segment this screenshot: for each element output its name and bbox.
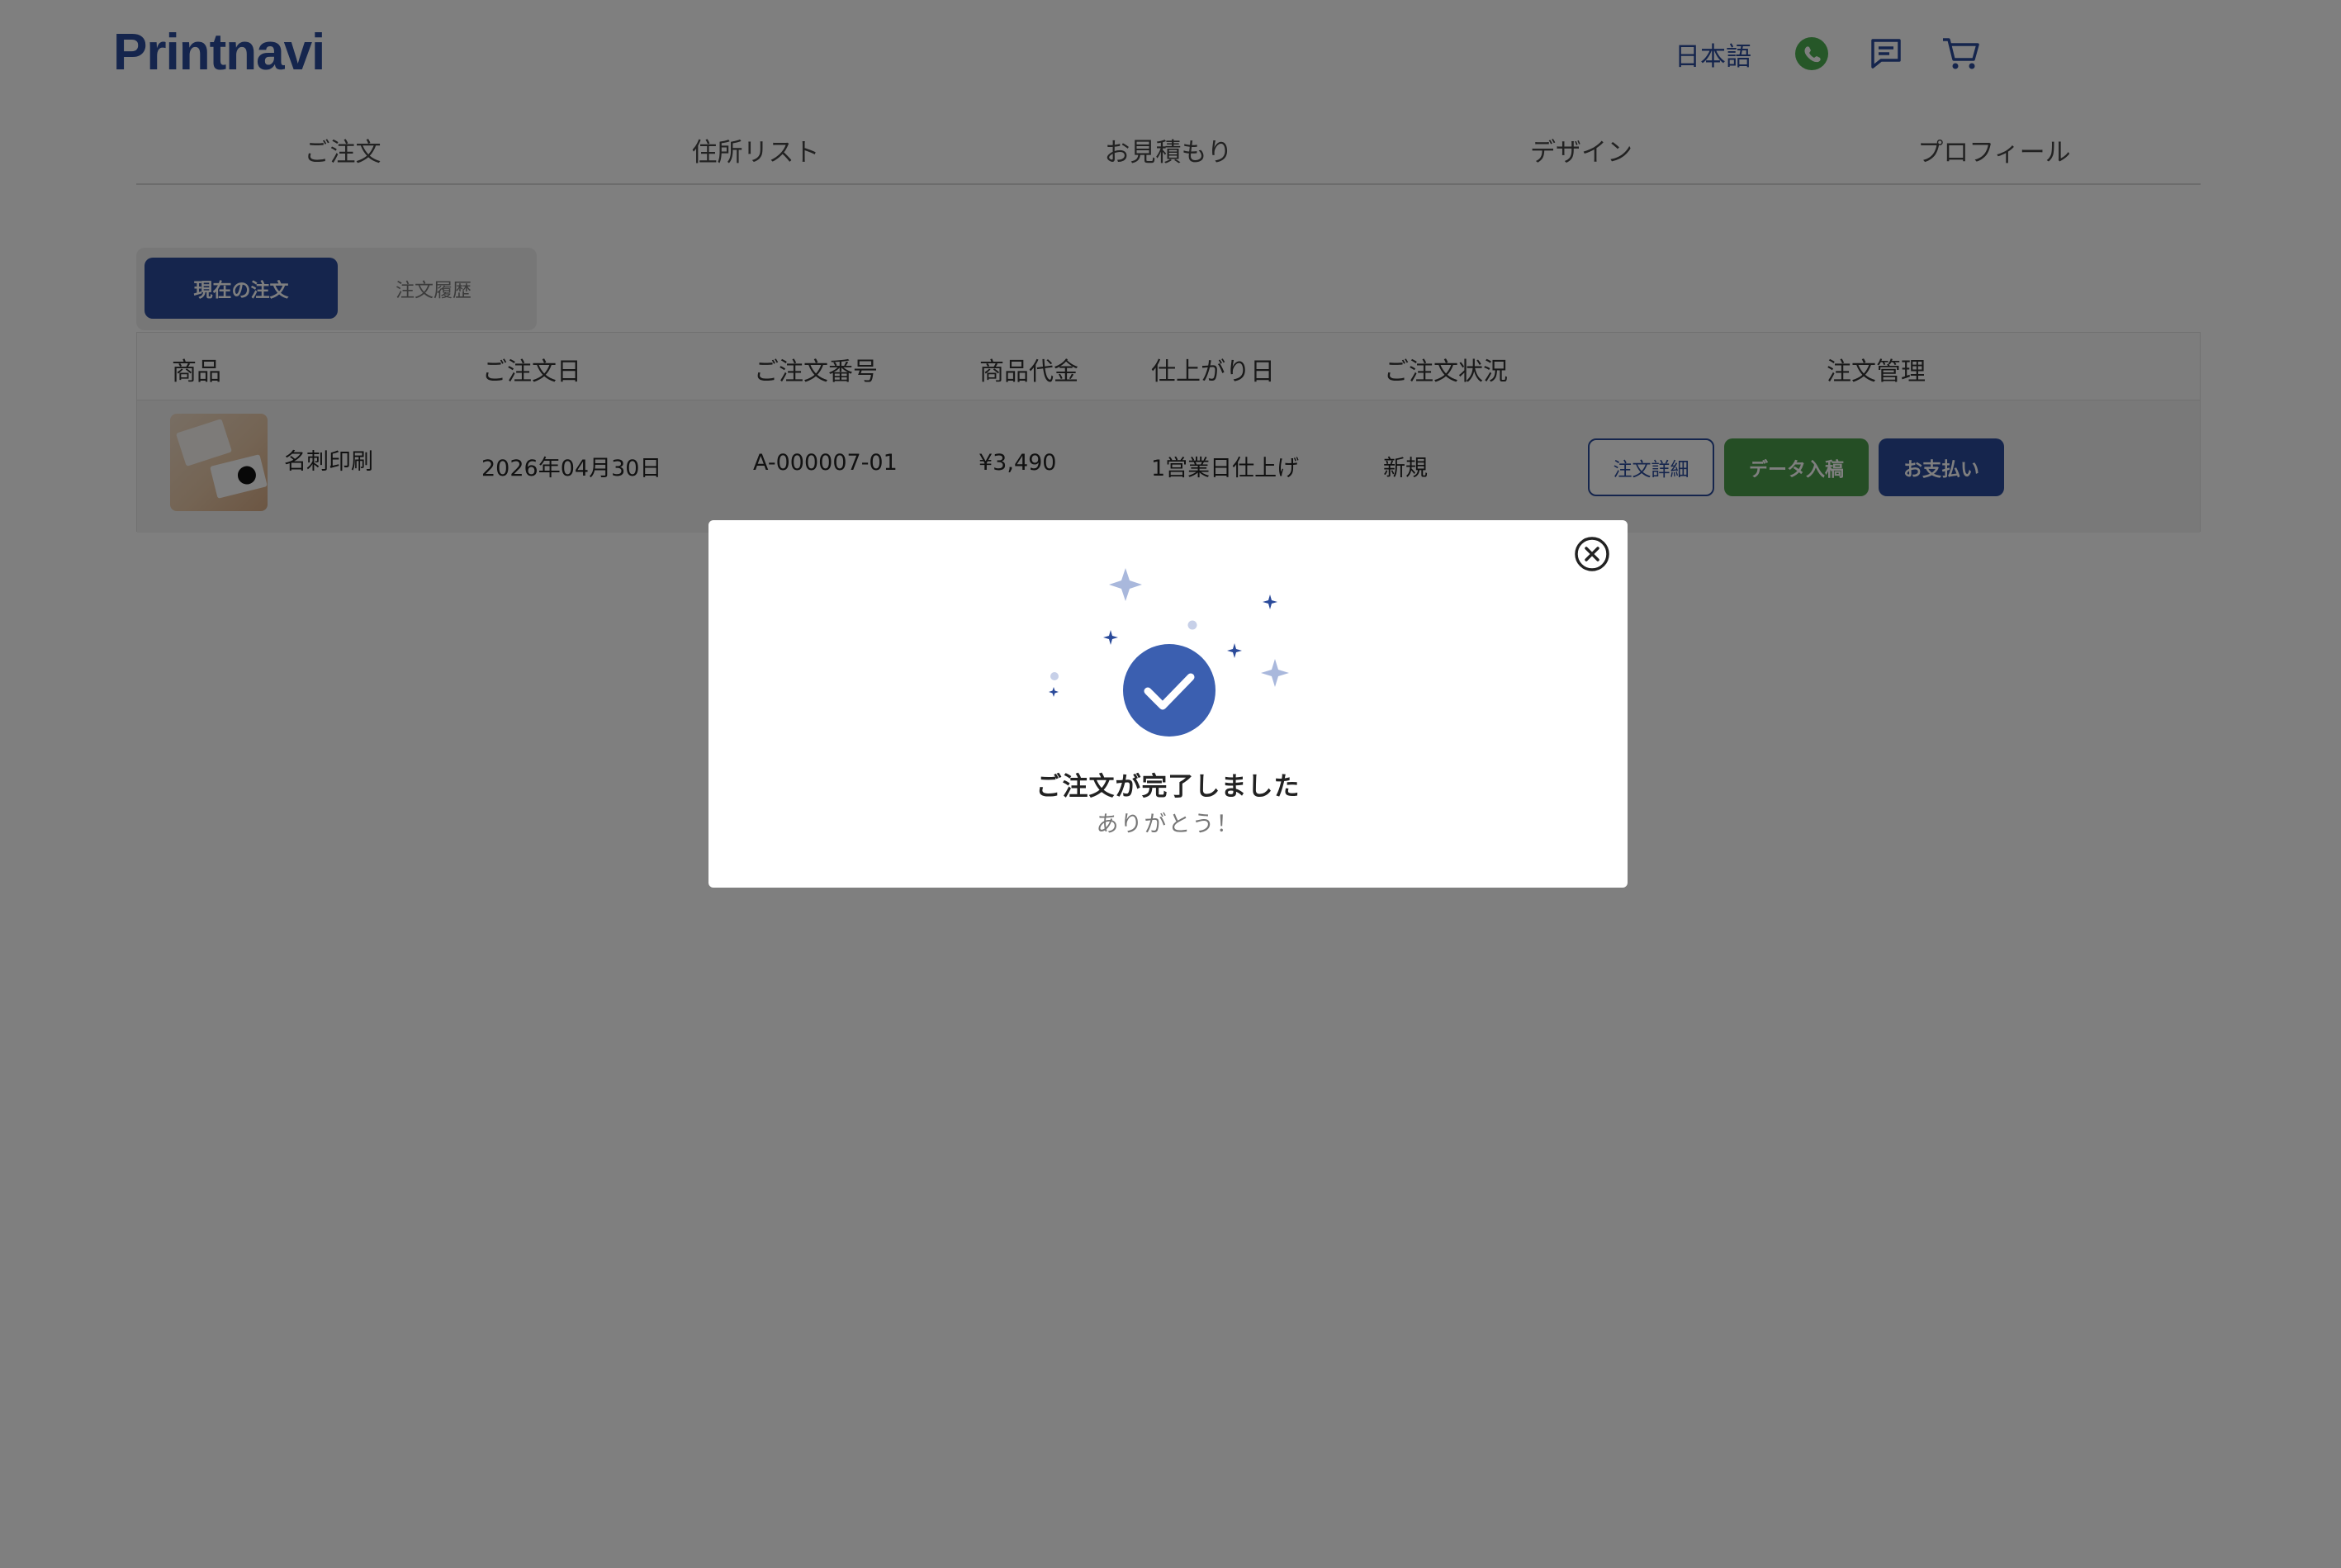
order-complete-modal: ご注文が完了しました ありがとう！	[708, 520, 1628, 888]
success-illustration	[1049, 568, 1289, 737]
modal-title: ご注文が完了しました	[1035, 772, 1301, 802]
modal-subtitle: ありがとう！	[1096, 812, 1240, 837]
page: Printnavi 日本語 ご注文 住所リスト お見	[0, 0, 2341, 1568]
